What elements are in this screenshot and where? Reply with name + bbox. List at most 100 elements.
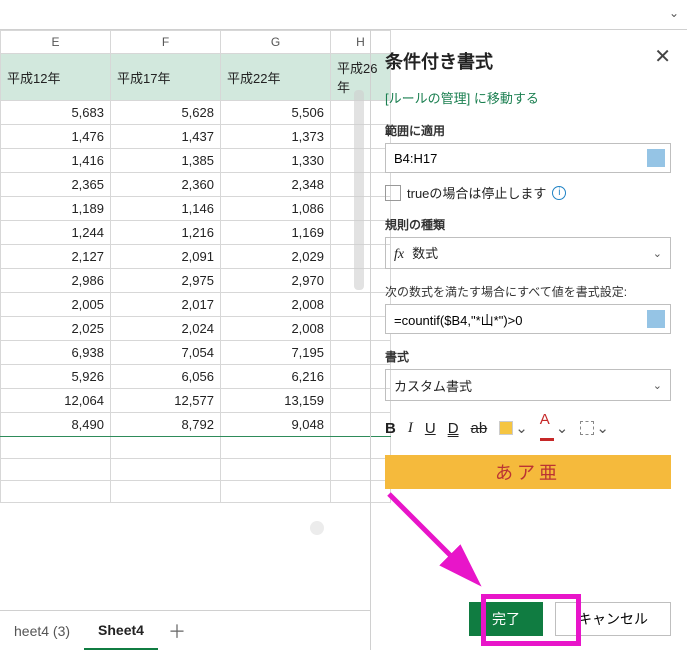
cell[interactable]: 1,146 — [111, 197, 221, 221]
cell[interactable]: 1,086 — [221, 197, 331, 221]
cell[interactable]: 2,029 — [221, 245, 331, 269]
col-F[interactable]: F — [111, 31, 221, 54]
table-row[interactable]: 2,0052,0172,008 — [1, 293, 391, 317]
grid[interactable]: E F G H 平成12年 平成17年 平成22年 平成26年 5,6835,6… — [0, 30, 391, 503]
sheet-tab-1[interactable]: heet4 (3) — [0, 613, 84, 649]
sheet-tabs: heet4 (3) Sheet4 ＋ — [0, 610, 370, 650]
formula-input[interactable] — [385, 304, 671, 334]
cell[interactable]: 5,628 — [111, 101, 221, 125]
format-toolbar: B I U D ab ⌄ A⌄ ⌄ — [385, 411, 671, 445]
hdr-G[interactable]: 平成22年 — [221, 54, 331, 101]
cell[interactable]: 1,189 — [1, 197, 111, 221]
table-row[interactable]: 5,6835,6285,506 — [1, 101, 391, 125]
cell[interactable]: 6,216 — [221, 365, 331, 389]
cell[interactable]: 2,025 — [1, 317, 111, 341]
col-G[interactable]: G — [221, 31, 331, 54]
cell[interactable]: 5,506 — [221, 101, 331, 125]
cell[interactable]: 2,091 — [111, 245, 221, 269]
cell[interactable]: 1,476 — [1, 125, 111, 149]
cell[interactable]: 8,490 — [1, 413, 111, 437]
cell[interactable]: 2,365 — [1, 173, 111, 197]
cell[interactable]: 1,330 — [221, 149, 331, 173]
cell[interactable]: 5,926 — [1, 365, 111, 389]
cell[interactable]: 6,056 — [111, 365, 221, 389]
cell[interactable]: 7,054 — [111, 341, 221, 365]
chevron-down-icon: ⌄ — [653, 247, 662, 260]
cell[interactable]: 1,244 — [1, 221, 111, 245]
font-color-button[interactable]: A⌄ — [540, 411, 569, 445]
format-select[interactable]: カスタム書式 ⌄ — [385, 369, 671, 401]
table-row[interactable]: 1,2441,2161,169 — [1, 221, 391, 245]
cell[interactable]: 2,024 — [111, 317, 221, 341]
format-preview: あア亜 — [385, 455, 671, 489]
table-row[interactable]: 2,3652,3602,348 — [1, 173, 391, 197]
table-row[interactable]: 6,9387,0547,195 — [1, 341, 391, 365]
bold-button[interactable]: B — [385, 420, 396, 437]
rule-type-select[interactable]: fx数式 ⌄ — [385, 237, 671, 269]
table-row[interactable]: 2,1272,0912,029 — [1, 245, 391, 269]
column-letters-row: E F G H — [1, 31, 391, 54]
close-icon[interactable]: ✕ — [654, 44, 671, 69]
sheet-tab-2[interactable]: Sheet4 — [84, 612, 158, 650]
info-icon[interactable]: i — [552, 186, 566, 200]
table-row[interactable]: 5,9266,0566,216 — [1, 365, 391, 389]
table-row[interactable]: 1,4761,4371,373 — [1, 125, 391, 149]
strikethrough-button[interactable]: ab — [471, 420, 488, 437]
cell[interactable]: 2,975 — [111, 269, 221, 293]
expand-chevron-icon[interactable]: ⌄ — [669, 6, 679, 20]
scroll-corner — [310, 521, 324, 535]
formula-label: 次の数式を満たす場合にすべて値を書式設定: — [385, 283, 671, 300]
cell[interactable]: 12,064 — [1, 389, 111, 413]
cell[interactable]: 1,373 — [221, 125, 331, 149]
stop-if-true-label: trueの場合は停止します — [407, 183, 546, 202]
table-row[interactable]: 12,06412,57713,159 — [1, 389, 391, 413]
formula-picker-icon[interactable] — [647, 310, 665, 328]
cell[interactable]: 1,169 — [221, 221, 331, 245]
double-underline-button[interactable]: D — [448, 420, 459, 437]
cell[interactable]: 12,577 — [111, 389, 221, 413]
table-row[interactable]: 1,1891,1461,086 — [1, 197, 391, 221]
cell[interactable]: 1,416 — [1, 149, 111, 173]
table-row[interactable]: 2,0252,0242,008 — [1, 317, 391, 341]
range-picker-icon[interactable] — [647, 149, 665, 167]
italic-button[interactable]: I — [408, 420, 413, 437]
manage-rules-link[interactable]: [ルールの管理] に移動する — [385, 91, 539, 106]
cell[interactable]: 1,216 — [111, 221, 221, 245]
spreadsheet-area: E F G H 平成12年 平成17年 平成22年 平成26年 5,6835,6… — [0, 30, 370, 650]
cell[interactable]: 2,348 — [221, 173, 331, 197]
rule-type-value: 数式 — [412, 246, 438, 261]
cell[interactable]: 2,970 — [221, 269, 331, 293]
panel-title: 条件付き書式 — [385, 48, 671, 74]
cell[interactable]: 2,986 — [1, 269, 111, 293]
table-row[interactable]: 1,4161,3851,330 — [1, 149, 391, 173]
annotation-arrow — [381, 486, 501, 606]
border-button[interactable]: ⌄ — [580, 419, 609, 437]
table-row[interactable]: 2,9862,9752,970 — [1, 269, 391, 293]
cell[interactable]: 1,437 — [111, 125, 221, 149]
col-E[interactable]: E — [1, 31, 111, 54]
cell[interactable]: 5,683 — [1, 101, 111, 125]
hdr-F[interactable]: 平成17年 — [111, 54, 221, 101]
cell[interactable]: 1,385 — [111, 149, 221, 173]
cell[interactable]: 2,127 — [1, 245, 111, 269]
cell[interactable]: 13,159 — [221, 389, 331, 413]
underline-button[interactable]: U — [425, 420, 436, 437]
vertical-scrollbar[interactable] — [354, 90, 364, 290]
cell[interactable]: 8,792 — [111, 413, 221, 437]
chevron-down-icon: ⌄ — [653, 379, 662, 392]
format-value: カスタム書式 — [394, 376, 472, 395]
cell[interactable]: 7,195 — [221, 341, 331, 365]
hdr-E[interactable]: 平成12年 — [1, 54, 111, 101]
table-row[interactable]: 8,4908,7929,048 — [1, 413, 391, 437]
cell[interactable]: 2,005 — [1, 293, 111, 317]
add-sheet-button[interactable]: ＋ — [158, 612, 196, 650]
range-input[interactable] — [385, 143, 671, 173]
cell[interactable]: 2,008 — [221, 317, 331, 341]
cell[interactable]: 6,938 — [1, 341, 111, 365]
cell[interactable]: 2,008 — [221, 293, 331, 317]
cell[interactable]: 2,017 — [111, 293, 221, 317]
fill-color-button[interactable]: ⌄ — [499, 419, 528, 437]
cell[interactable]: 9,048 — [221, 413, 331, 437]
cell[interactable]: 2,360 — [111, 173, 221, 197]
stop-if-true-checkbox[interactable] — [385, 185, 401, 201]
